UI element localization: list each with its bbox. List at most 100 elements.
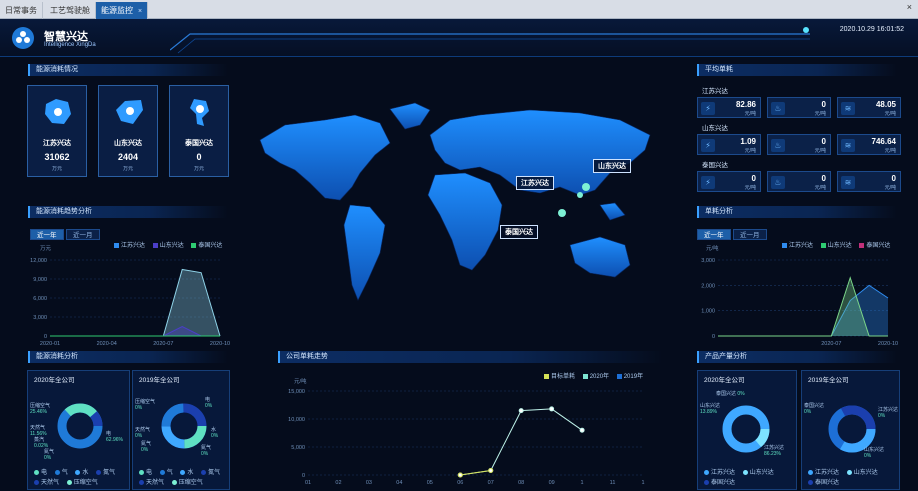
- tab-last-year[interactable]: 近一年: [697, 229, 731, 240]
- y-tick-label: 1,000: [701, 309, 715, 315]
- pie-label: 氮气 0%: [141, 441, 152, 453]
- x-tick-label: 08: [518, 480, 524, 486]
- tab-label: 工艺驾驶舱: [50, 6, 90, 15]
- avg-value-box: ⚡ 1.09 元/吨: [697, 134, 761, 155]
- tab-last-year[interactable]: 近一年: [30, 229, 64, 240]
- data-point: [457, 472, 463, 478]
- avg-value: 0: [821, 137, 826, 146]
- x-tick-label: 2020-07: [821, 341, 841, 347]
- close-icon[interactable]: ×: [138, 8, 142, 15]
- card-unit: 万元: [122, 166, 133, 172]
- y-tick-label: 3,000: [701, 258, 715, 264]
- section-title-avg: 平均单耗: [697, 64, 897, 76]
- energy-type-icon: ⚡: [701, 176, 715, 189]
- avg-unit: 元/吨: [884, 111, 896, 117]
- x-tick-label: 09: [549, 480, 555, 486]
- pie-label: 江苏兴达 86.23%: [764, 445, 785, 457]
- card-name: 山东兴达: [114, 140, 142, 147]
- pie-legend-row2: 泰国兴达: [698, 477, 735, 486]
- region-map-icon: [45, 99, 71, 124]
- tab-daily-affairs[interactable]: 日常事务: [0, 2, 43, 19]
- avg-value: 1.09: [740, 137, 756, 146]
- avg-unit: 元/吨: [884, 148, 896, 154]
- x-tick-label: 2020-10: [210, 341, 230, 347]
- tab-energy-monitor[interactable]: 能源监控 ×: [96, 2, 149, 19]
- avg-unit: 元/吨: [744, 111, 756, 117]
- avg-value-box: ♨ 0 元/吨: [767, 97, 831, 118]
- company-legend: 目标单耗 2020年 2019年: [538, 371, 643, 380]
- legend-label: 山东兴达: [159, 243, 184, 249]
- region-map-icon: [116, 100, 143, 124]
- map-label-shandong[interactable]: 山东兴达: [593, 159, 631, 173]
- pie-label: 天然气 11.56%: [30, 425, 47, 437]
- avg-value-box: ♨ 0 元/吨: [767, 171, 831, 192]
- energy-type-icon: ♨: [771, 139, 785, 152]
- energy-type-icon: ≋: [841, 176, 855, 189]
- energy-type-icon: ⚡: [701, 139, 715, 152]
- pie-legend: 电 气 水 氮气: [28, 467, 115, 476]
- datetime: 2020.10.29 16:01:52: [839, 26, 904, 33]
- legend-swatch: [152, 242, 158, 248]
- legend-label: 江苏兴达: [121, 243, 146, 249]
- pie-legend: 江苏兴达 山东兴达: [802, 467, 878, 476]
- trend-legend: 江苏兴达 山东兴达 泰国兴达: [108, 240, 222, 249]
- avg-unit: 元/吨: [744, 185, 756, 191]
- x-tick-label: 2020-10: [878, 341, 898, 347]
- pie-legend-row2: 天然气 压缩空气: [28, 477, 98, 486]
- pie-label: 蒸汽 0.02%: [34, 437, 49, 449]
- legend-swatch: [191, 242, 197, 248]
- energy-type-icon: ♨: [771, 176, 785, 189]
- x-tick-label: 03: [366, 480, 372, 486]
- data-point: [579, 427, 585, 433]
- card-shandong[interactable]: 山东兴达 2404 万元: [98, 85, 158, 177]
- x-tick-label: 07: [488, 480, 494, 486]
- y-unit: 万元: [40, 246, 52, 252]
- pie-label: 山东兴达 13.89%: [700, 403, 721, 415]
- avg-value: 0: [821, 100, 826, 109]
- tab-last-month[interactable]: 近一月: [733, 229, 767, 240]
- series-area: [50, 269, 220, 336]
- x-tick-label: 2020-04: [97, 341, 117, 347]
- y-tick-label: 3,000: [33, 315, 47, 321]
- avg-unit: 元/吨: [884, 185, 896, 191]
- pie-label: 泰国兴达 0%: [716, 391, 745, 397]
- x-tick-label: 06: [457, 480, 463, 486]
- energy-type-icon: ≋: [841, 139, 855, 152]
- card-value: 0: [196, 152, 202, 162]
- logo-icon: [12, 27, 34, 49]
- y-unit: 元/吨: [706, 246, 719, 252]
- card-jiangsu[interactable]: 江苏兴达 31062 万元: [27, 85, 87, 177]
- avg-value-box: ≋ 746.64 元/吨: [837, 134, 901, 155]
- avg-value-box: ⚡ 82.86 元/吨: [697, 97, 761, 118]
- window-close-icon[interactable]: ×: [907, 2, 912, 12]
- section-title-unit-analysis: 单耗分析: [697, 206, 897, 218]
- app-subtitle: Intelligence XingDa: [44, 42, 96, 48]
- x-tick-label: 2020-07: [153, 341, 173, 347]
- tab-last-month[interactable]: 近一月: [66, 229, 100, 240]
- avg-unit: 元/吨: [744, 148, 756, 154]
- card-thailand[interactable]: 泰国兴达 0 万元: [169, 85, 229, 177]
- pie-legend-row2: 泰国兴达: [802, 477, 839, 486]
- y-tick-label: 0: [44, 334, 47, 340]
- tab-process-cockpit[interactable]: 工艺驾驶舱: [45, 2, 96, 19]
- avg-group-name: 山东兴达: [702, 125, 728, 132]
- map-label-thailand[interactable]: 泰国兴达: [500, 225, 538, 239]
- panel-energy-2019: 2019年全公司 压缩空气 0% 天然气 0% 氮气 0% 电 0% 水 0% 氮气 0% …: [132, 370, 230, 490]
- pie-label: 氮气 0%: [44, 449, 55, 461]
- series-line: [460, 470, 491, 476]
- panel-energy-2020: 2020年全公司 压缩空气 25.46% 天然气 11.56% 蒸汽 0.02% 氮气…: [27, 370, 130, 490]
- x-tick-label: 2020-01: [40, 341, 60, 347]
- avg-unit: 元/吨: [814, 111, 826, 117]
- section-title-analysis: 能源消耗分析: [28, 351, 228, 363]
- map-label-jiangsu[interactable]: 江苏兴达: [516, 176, 554, 190]
- unit-analysis-chart: 3,000 2,000 1,000 0 2020-07 2020-10: [701, 258, 898, 347]
- card-unit: 万元: [51, 166, 62, 172]
- pie-label: 山东兴达 0%: [864, 447, 885, 459]
- card-unit: 万元: [193, 166, 204, 172]
- pie-legend-row2: 天然气 压缩空气: [133, 477, 203, 486]
- panel-title: 2019年全公司: [808, 377, 849, 384]
- company-trend-chart: 15,00010,0005,000001 02 03 04 05 06 07 08 09 1 11 1: [288, 389, 644, 486]
- section-title-trend: 能源消耗趋势分析: [28, 206, 228, 218]
- trend-chart: 12,000 9,000 6,000 3,000 02020-01 2020-04 2020…: [30, 258, 230, 347]
- panel-output-2020: 2020年全公司 泰国兴达 0% 山东兴达 13.89% 江苏兴达 86.23% 江…: [697, 370, 797, 490]
